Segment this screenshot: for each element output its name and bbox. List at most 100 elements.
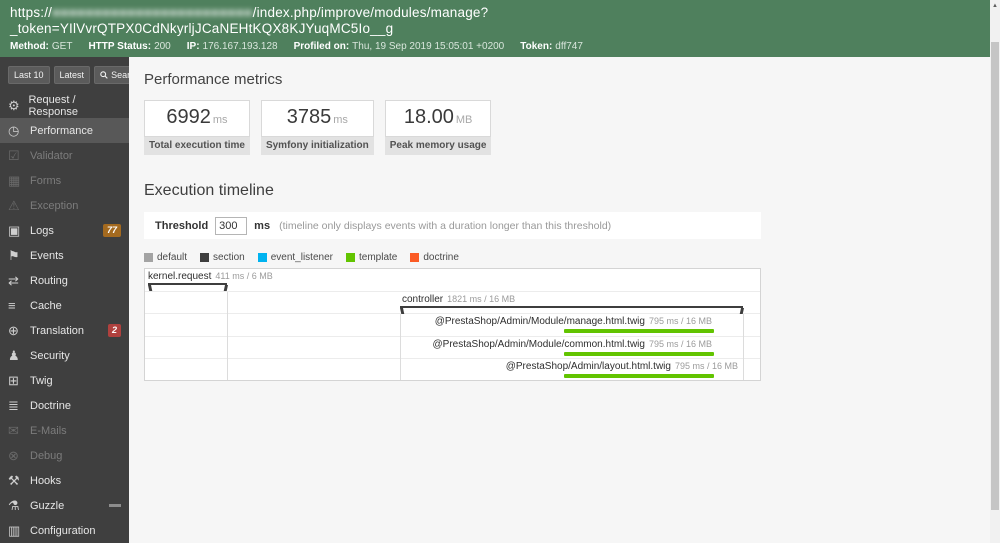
routing-icon: ⇄ [8, 273, 19, 288]
timeline-event-label: @PrestaShop/Admin/layout.html.twig 795 ms… [505, 361, 738, 373]
legend-color-swatch [345, 253, 355, 262]
last-10-button[interactable]: Last 10 [8, 66, 50, 84]
profiler-content: Performance metrics 6992 ms Total executi… [129, 57, 990, 543]
sidebar-item-events[interactable]: ⚑ Events [0, 243, 129, 268]
legend-color-swatch [200, 253, 210, 262]
translation-icon: ⊕ [8, 323, 19, 338]
timeline-gridline [400, 314, 401, 380]
timeline-bar-template [564, 374, 714, 379]
legend-item-default: default [144, 252, 187, 263]
stopwatch-icon: ◷ [8, 123, 20, 138]
sidebar-item-translation[interactable]: ⊕ Translation 2 [0, 318, 129, 343]
sidebar-item-label: Twig [30, 374, 53, 387]
legend-label: default [157, 252, 188, 263]
threshold-panel: Threshold ms (timeline only displays eve… [144, 212, 761, 239]
timeline-bar-section [148, 283, 227, 290]
sidebar-menu: ⚙ Request / Response ◷ Performance ☑ Val… [0, 93, 129, 543]
request-meta-token: Token: dff747 [520, 41, 583, 52]
guzzle-empty-dash [109, 504, 121, 507]
timeline-event-label: @PrestaShop/Admin/Module/common.html.twi… [432, 338, 713, 350]
latest-label: Latest [59, 70, 85, 80]
threshold-input[interactable] [215, 216, 248, 235]
metric-card-total-execution-time: 6992 ms Total execution time [144, 100, 250, 155]
sidebar-item-forms: ▦ Forms [0, 168, 129, 193]
timeline-bar-section [400, 305, 743, 313]
metric-value: 6992 [166, 106, 211, 128]
url-token-line: _token=YIlVvrQTPX0CdNkyrljJCaNEHtKQX8KJY… [10, 21, 394, 36]
sidebar-item-twig[interactable]: ⊞ Twig [0, 368, 129, 393]
legend-color-swatch [410, 253, 420, 262]
sidebar-item-exception: ⚠ Exception [0, 193, 129, 218]
sidebar-item-label: Cache [30, 299, 62, 312]
sidebar-item-hooks[interactable]: ⚒ Hooks [0, 468, 129, 493]
sidebar-item-label: Performance [30, 124, 93, 137]
search-icon [100, 71, 108, 79]
profiler-header: https://■■■■■■■■■■■■■■■■■■■■■■■■/index.p… [0, 0, 990, 57]
last-10-label: Last 10 [14, 70, 44, 80]
timeline-row-prestashop-admin-layout-html-twig: @PrestaShop/Admin/layout.html.twig 795 ms… [145, 359, 760, 380]
timeline-event-label: kernel.request 411 ms / 6 MB [148, 271, 273, 282]
sidebar-item-label: Logs [30, 224, 54, 237]
sidebar-item-cache[interactable]: ≡ Cache [0, 293, 129, 318]
sidebar-item-request-response[interactable]: ⚙ Request / Response [0, 93, 129, 118]
legend-item-doctrine: doctrine [410, 252, 459, 263]
request-meta-profiled-on: Profiled on: Thu, 19 Sep 2019 15:05:01 +0… [293, 41, 505, 52]
twig-icon: ⊞ [8, 373, 19, 388]
sidebar-item-doctrine[interactable]: ≣ Doctrine [0, 393, 129, 418]
metric-unit: MB [455, 114, 473, 126]
metric-unit: ms [333, 114, 348, 126]
sidebar-item-configuration[interactable]: ▥ Configuration [0, 518, 129, 543]
timeline-bar-template [564, 329, 714, 334]
metric-card-symfony-initialization: 3785 ms Symfony initialization [260, 100, 374, 155]
sidebar-toolbar: Last 10 Latest Search [0, 57, 146, 91]
sidebar-item-label: E-Mails [30, 424, 67, 437]
legend-item-section: section [200, 252, 245, 263]
scrollbar-thumb[interactable] [991, 42, 999, 510]
person-icon: ♟ [8, 348, 20, 363]
threshold-unit: ms [254, 219, 271, 232]
timeline-row-kernel-request: kernel.request 411 ms / 6 MB [145, 269, 760, 292]
sidebar-item-label: Translation [30, 324, 85, 337]
legend-item-template: template [345, 252, 398, 263]
sidebar-item-routing[interactable]: ⇄ Routing [0, 268, 129, 293]
sidebar-item-label: Exception [30, 199, 79, 212]
scroll-up-icon[interactable]: ▲ [990, 0, 1000, 11]
timeline-gridline [743, 314, 744, 380]
latest-button[interactable]: Latest [53, 66, 91, 84]
sidebar-item-security[interactable]: ♟ Security [0, 343, 129, 368]
request-meta-http-status: HTTP Status: 200 [88, 41, 171, 52]
sidebar-item-label: Debug [30, 449, 63, 462]
scrollbar[interactable]: ▲ [990, 0, 1000, 543]
legend-item-event-listener: event_listener [257, 252, 333, 263]
sidebar-item-logs[interactable]: ▣ Logs 77 [0, 218, 129, 243]
metric-unit: ms [212, 114, 228, 126]
request-url: https://■■■■■■■■■■■■■■■■■■■■■■■■/index.p… [10, 5, 980, 37]
timeline-title: Execution timeline [144, 182, 274, 199]
request-meta-ip: IP: 176.167.193.128 [186, 41, 278, 52]
metric-cards: 6992 ms Total execution time 3785 ms Symfo… [144, 100, 990, 155]
url-prefix: https:// [10, 5, 53, 20]
legend-label: doctrine [423, 252, 459, 263]
metric-label: Symfony initialization [260, 137, 374, 155]
timeline-row-prestashop-admin-module-common-html-twig: @PrestaShop/Admin/Module/common.html.twi… [145, 337, 760, 360]
request-meta-row: Method: GET HTTP Status: 200 IP: 176.167.193.… [10, 41, 980, 52]
sidebar-item-label: Configuration [30, 524, 96, 537]
sidebar-item-label: Events [30, 249, 64, 262]
sidebar-item-label: Guzzle [30, 499, 65, 512]
timeline-bar-template [564, 351, 714, 356]
sidebar-item-performance[interactable]: ◷ Performance [0, 118, 129, 143]
metric-value: 3785 [286, 106, 332, 128]
sidebar-item-label: Validator [30, 149, 73, 162]
legend-color-swatch [144, 253, 153, 262]
flags-icon: ⚑ [8, 248, 20, 263]
url-path: /index.php/improve/modules/manage? [252, 5, 489, 20]
logs-count-badge: 77 [102, 224, 121, 237]
metric-label: Total execution time [144, 137, 250, 155]
sidebar-item-label: Doctrine [30, 399, 71, 412]
translation-count-badge: 2 [107, 324, 121, 337]
legend-label: template [358, 252, 398, 263]
metric-card-peak-memory-usage: 18.00 MB Peak memory usage [384, 100, 492, 155]
request-meta-method: Method: GET [10, 41, 73, 52]
envelope-icon: ✉ [8, 423, 19, 438]
sidebar-item-guzzle[interactable]: ⚗ Guzzle [0, 493, 129, 518]
